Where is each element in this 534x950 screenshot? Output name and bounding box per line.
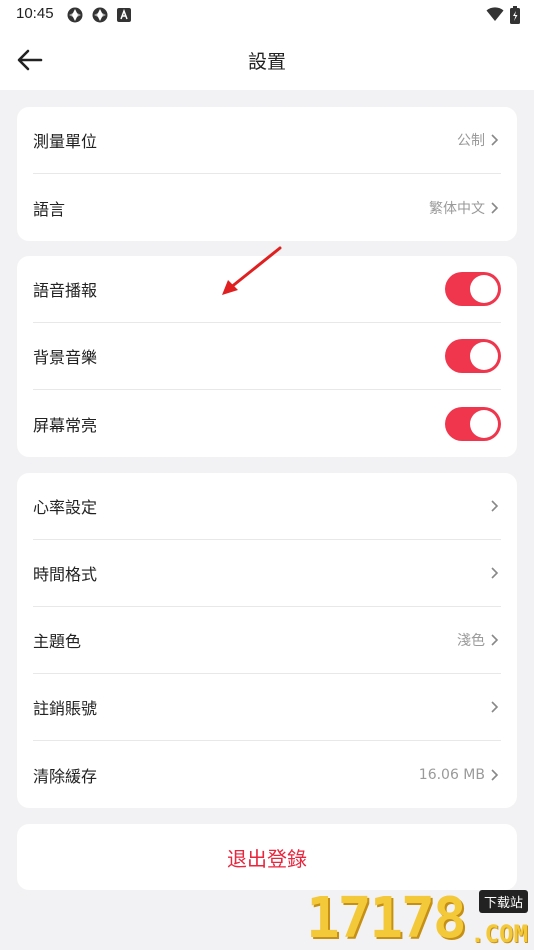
screen-always-on-toggle[interactable]	[445, 406, 501, 441]
setting-row-theme-color[interactable]: 主題色 淺色	[33, 607, 501, 674]
setting-label: 主題色	[33, 632, 82, 651]
setting-row-delete-account[interactable]: 註銷賬號	[33, 674, 501, 741]
top-app-bar: 設置	[0, 30, 534, 90]
voice-broadcast-toggle[interactable]	[445, 272, 501, 306]
setting-label: 語言	[33, 199, 66, 219]
watermark-domain: .COM	[470, 920, 528, 948]
background-music-toggle[interactable]	[445, 339, 501, 373]
app-notification-icon	[67, 7, 83, 23]
setting-row-screen-always-on: 屏幕常亮	[33, 390, 501, 457]
setting-label: 註銷賬號	[33, 699, 98, 718]
other-settings-card: 心率設定 時間格式 主題色 淺色 註銷賬號 清除緩存 16.06 MB	[17, 473, 517, 808]
setting-label: 時間格式	[33, 565, 98, 584]
chevron-right-icon	[491, 634, 499, 646]
site-watermark: 17178 下载站 .COM	[304, 888, 534, 950]
chevron-right-icon	[491, 701, 499, 713]
setting-row-clear-cache[interactable]: 清除緩存 16.06 MB	[33, 741, 501, 808]
status-time: 10:45	[16, 5, 54, 22]
toggle-knob	[470, 275, 498, 303]
status-bar: 10:45	[0, 0, 534, 30]
setting-label: 測量單位	[33, 132, 98, 151]
setting-value: 淺色	[457, 633, 485, 649]
setting-row-background-music: 背景音樂	[33, 323, 501, 390]
setting-label: 清除緩存	[33, 766, 98, 786]
chevron-right-icon	[491, 134, 499, 146]
toggle-knob	[470, 342, 498, 370]
setting-row-measurement-unit[interactable]: 測量單位 公制	[33, 107, 501, 174]
setting-value: 公制	[457, 133, 485, 149]
setting-value: 16.06 MB	[418, 766, 485, 783]
watermark-badge: 下载站	[478, 890, 528, 913]
logout-label: 退出登錄	[227, 846, 307, 871]
logout-button[interactable]: 退出登錄	[17, 824, 517, 890]
setting-row-heart-rate[interactable]: 心率設定	[33, 473, 501, 540]
setting-label: 心率設定	[33, 498, 98, 517]
battery-icon	[510, 6, 520, 24]
app-notification-icon	[92, 7, 108, 23]
setting-row-time-format[interactable]: 時間格式	[33, 540, 501, 607]
a-notification-icon	[117, 8, 131, 22]
setting-row-language[interactable]: 語言 繁体中文	[33, 174, 501, 241]
watermark-numbers: 17178	[306, 886, 467, 950]
setting-label: 背景音樂	[33, 348, 98, 367]
chevron-right-icon	[491, 768, 499, 781]
chevron-right-icon	[491, 567, 499, 579]
chevron-right-icon	[491, 201, 499, 214]
setting-value: 繁体中文	[429, 200, 485, 217]
wifi-icon	[486, 7, 504, 21]
toggle-knob	[470, 409, 498, 438]
general-settings-card: 測量單位 公制 語言 繁体中文	[17, 107, 517, 241]
annotation-arrow-icon	[222, 246, 282, 295]
setting-label: 屏幕常亮	[33, 415, 98, 435]
chevron-right-icon	[491, 500, 499, 512]
setting-label: 語音播報	[33, 281, 98, 300]
page-title: 設置	[247, 51, 286, 73]
